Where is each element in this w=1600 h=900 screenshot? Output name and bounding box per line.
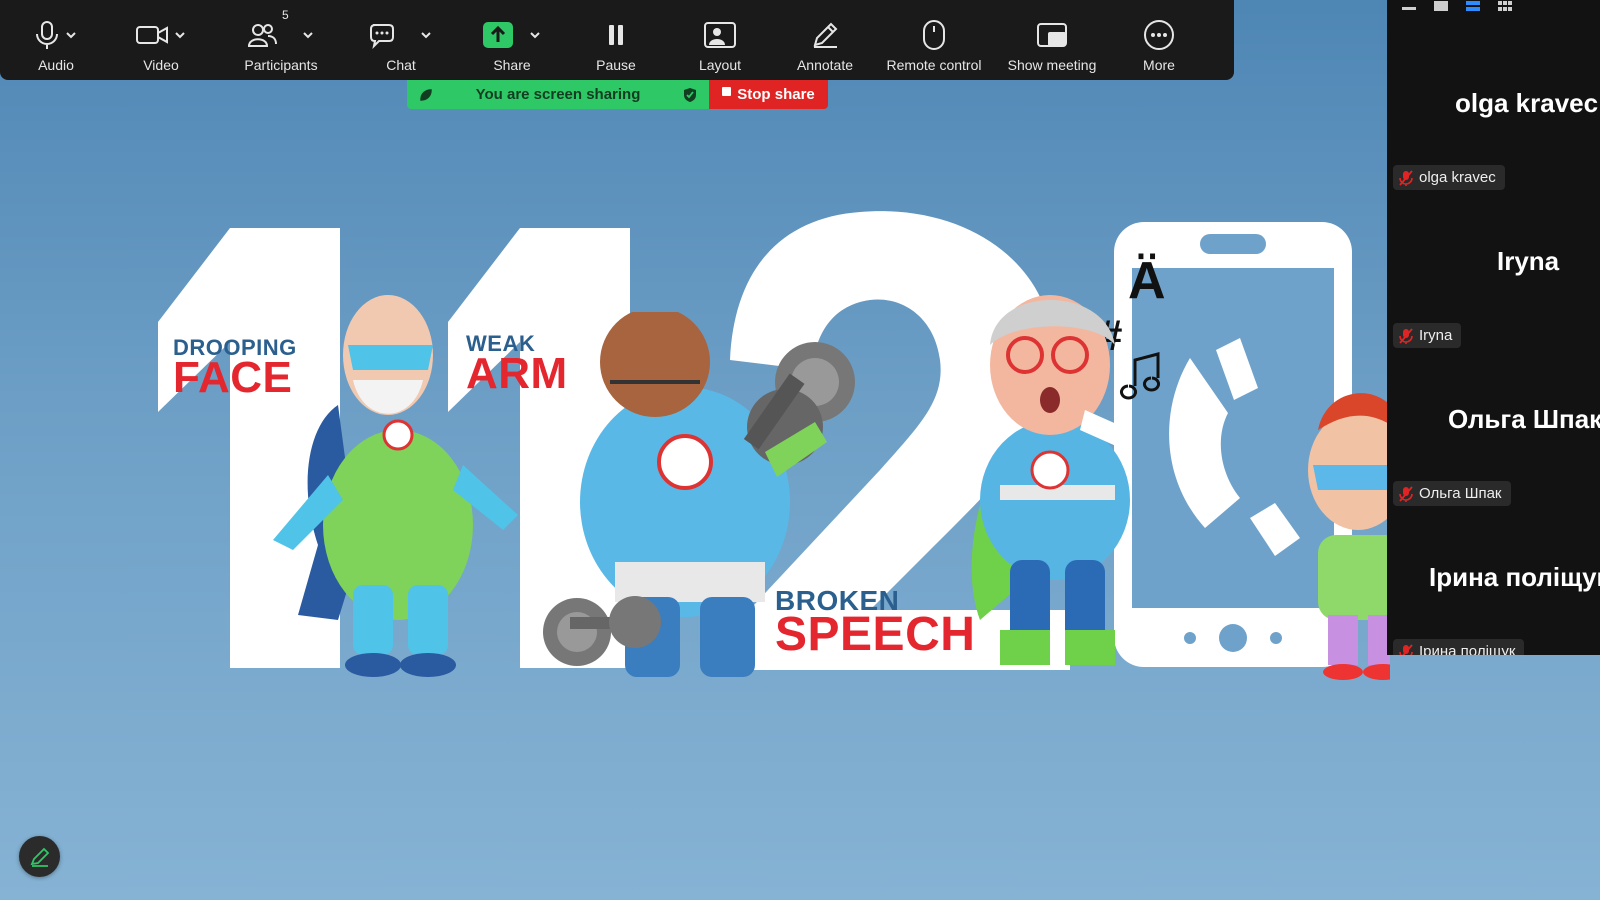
chevron-down-icon[interactable] [419, 28, 433, 42]
stop-share-label: Stop share [737, 86, 815, 103]
audio-label: Audio [38, 57, 74, 73]
share-status-text: You are screen sharing [475, 86, 641, 103]
more-icon [1144, 20, 1174, 50]
chat-icon [370, 24, 394, 49]
pause-label: Pause [596, 57, 636, 73]
pencil-icon [30, 847, 49, 867]
minimize-icon[interactable] [1401, 0, 1417, 12]
participant-display-name: Ольга Шпак [1448, 404, 1600, 434]
participant-tile[interactable]: Ірина поліщук Ірина поліщук [1387, 490, 1600, 655]
annotate-button[interactable]: Annotate [776, 0, 874, 80]
chevron-down-icon[interactable] [64, 28, 78, 42]
speaker-view-icon[interactable] [1433, 0, 1449, 12]
participants-button[interactable]: 5 Participants [216, 0, 346, 80]
share-screen-icon [483, 22, 513, 48]
participant-display-name: olga kravec [1455, 88, 1599, 118]
strip-view-icon[interactable] [1465, 0, 1481, 12]
chevron-down-icon[interactable] [173, 28, 187, 42]
share-label: Share [493, 57, 531, 73]
layout-label: Layout [698, 57, 742, 73]
hero-elderly-woman-illustration [971, 295, 1130, 665]
show-meeting-button[interactable]: Show meeting [994, 0, 1110, 80]
layout-icon [704, 22, 736, 48]
pause-share-button[interactable]: Pause [568, 0, 664, 80]
mouse-icon [923, 20, 945, 50]
chat-label: Chat [386, 57, 416, 73]
participant-display-name: Iryna [1497, 246, 1560, 276]
microphone-icon [36, 21, 58, 49]
participant-video-panel: olga kravec olga kravec Iryna Iryna Ольг… [1387, 0, 1600, 655]
video-label: Video [143, 57, 179, 73]
share-button[interactable]: Share [456, 0, 568, 80]
annotate-label: Annotate [796, 57, 854, 73]
stop-share-button[interactable]: Stop share [709, 80, 828, 109]
chat-button[interactable]: Chat [346, 0, 456, 80]
show-meeting-label: Show meeting [1007, 57, 1097, 73]
participants-label: Participants [244, 57, 318, 73]
hero-strong-man-illustration [543, 312, 855, 677]
participant-tile[interactable]: Iryna Iryna [1387, 174, 1600, 348]
stop-square-icon [722, 87, 732, 96]
muted-microphone-icon [1399, 643, 1413, 655]
hero-child-illustration [1308, 393, 1390, 680]
hero-elderly-man-illustration [273, 295, 518, 677]
show-meeting-icon [1037, 23, 1067, 47]
participant-count-badge: 5 [282, 8, 289, 22]
video-button[interactable]: Video [106, 0, 216, 80]
participant-tile[interactable]: olga kravec olga kravec [1387, 16, 1600, 190]
more-label: More [1143, 57, 1175, 73]
pause-icon [609, 25, 623, 45]
participant-chip-name: Ірина поліщук [1419, 643, 1516, 655]
meeting-toolbar: Audio Video 5 Participants Chat Share Pa… [0, 0, 1234, 80]
leaf-icon [420, 88, 432, 101]
chevron-down-icon[interactable] [301, 28, 315, 42]
more-button[interactable]: More [1110, 0, 1208, 80]
audio-button[interactable]: Audio [6, 0, 106, 80]
floating-annotate-button[interactable] [19, 836, 60, 877]
participant-display-name: Ірина поліщук [1429, 562, 1600, 592]
video-camera-icon [136, 26, 168, 44]
participant-tile[interactable]: Ольга Шпак Ольга Шпак [1387, 332, 1600, 506]
screen-share-status-bar: You are screen sharing Stop share [407, 80, 828, 109]
shield-check-icon [684, 87, 696, 102]
participant-name-chip: Ірина поліщук [1393, 639, 1525, 655]
layout-button[interactable]: Layout [664, 0, 776, 80]
shared-screen-content: Ä # DROOPING FACE WEAK ARM BROKEN SPEECH [0, 0, 1390, 900]
remote-control-button[interactable]: Remote control [874, 0, 994, 80]
chevron-down-icon[interactable] [528, 28, 542, 42]
participants-icon [247, 24, 277, 47]
remote-control-label: Remote control [886, 57, 982, 73]
share-status-indicator[interactable]: You are screen sharing [407, 80, 709, 109]
gallery-view-icon[interactable] [1497, 0, 1513, 12]
pencil-icon [813, 22, 838, 48]
